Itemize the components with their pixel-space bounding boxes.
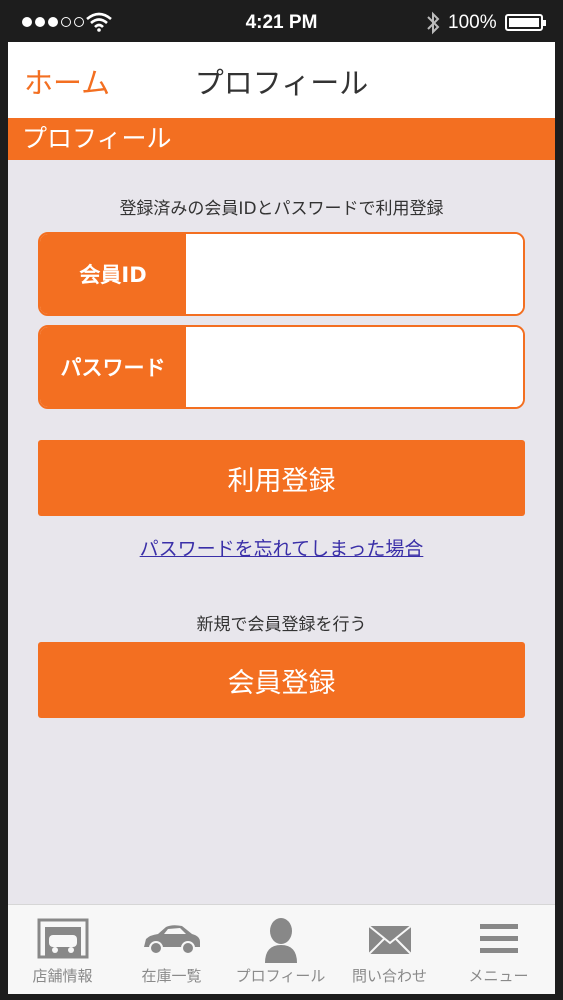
member-register-button[interactable]: 会員登録 [38,642,525,718]
register-caption: 新規で会員登録を行う [196,615,367,635]
tab-label: プロフィール [235,967,326,985]
tab-label: 問い合わせ [351,967,427,985]
use-registration-button[interactable]: 利用登録 [38,440,525,516]
battery-icon [505,14,546,31]
page-title: プロフィール [194,66,369,100]
tab-contact[interactable]: 問い合わせ [335,905,444,994]
garage-icon [37,918,88,959]
member-id-field: 会員ID [38,232,525,316]
password-input[interactable] [186,327,523,407]
menu-icon [479,924,518,953]
tab-inventory[interactable]: 在庫一覧 [117,905,226,994]
login-caption: 登録済みの会員IDとパスワードで利用登録 [119,199,444,219]
tab-label: メニュー [468,967,529,985]
bluetooth-icon [427,11,440,35]
mail-icon [367,925,412,955]
section-header: プロフィール [8,118,555,160]
password-field: パスワード [38,325,525,409]
tab-store-info[interactable]: 店舗情報 [8,905,117,994]
status-bar: 4:21 PM 100% [8,4,555,42]
member-id-label: 会員ID [40,234,186,314]
person-icon [264,918,297,963]
password-label: パスワード [40,327,186,407]
navigation-bar: ホーム プロフィール [8,42,555,118]
car-icon [143,925,200,955]
phone-screen: 4:21 PM 100% ホーム プロフィール プロフィール 登録済みの会員ID… [8,4,555,994]
tab-label: 店舗情報 [32,967,93,985]
forgot-password-link[interactable]: パスワードを忘れてしまった場合 [8,534,555,561]
tab-profile[interactable]: プロフィール [226,905,335,994]
tab-label: 在庫一覧 [141,967,202,985]
tab-menu[interactable]: メニュー [444,905,553,994]
battery-percent: 100% [448,12,497,33]
member-id-input[interactable] [186,234,523,314]
tab-bar: 店舗情報 在庫一覧 プロフィール 問い合わせ メニュー [8,904,555,994]
